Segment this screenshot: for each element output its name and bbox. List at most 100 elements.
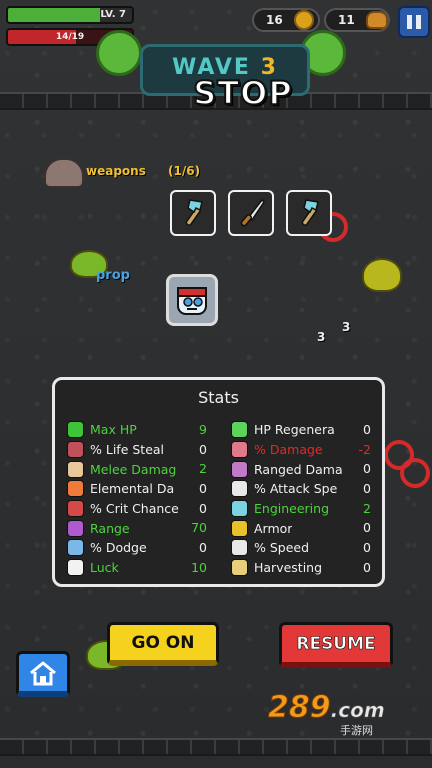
fangs-icon [67,441,84,459]
stat-row: Melee Damag 2 [67,459,207,479]
robot-head-icon [177,287,207,315]
range-icon [67,519,84,537]
stat-row: % Attack Spe 0 [231,479,371,499]
stat-name: % Dodge [90,540,147,556]
stat-value: 0 [363,540,371,556]
stat-name: Engineering [254,501,329,517]
stats-title: Stats [198,388,239,407]
coin-icon [294,10,314,30]
stat-row: % Life Steal 0 [67,440,207,460]
stat-row: HP Regenera 0 [231,420,371,440]
stat-row: % Dodge 0 [67,538,207,558]
watermark-brand: 289 [268,690,332,726]
watermark-logo: 289.com [268,690,385,726]
watermark-suffix: .com [330,698,385,723]
resume-button[interactable]: RESUME [279,622,393,668]
stat-value: 0 [199,540,207,556]
watermark-subtitle: 手游网 [340,724,373,737]
wheat-icon [231,559,248,577]
monster-blob [96,30,142,76]
coin-counter: 16 [252,8,320,32]
stat-row: Luck 10 [67,558,207,578]
stat-name: Luck [90,560,119,576]
enemy-ring [400,458,430,488]
weapon-slot[interactable] [170,190,216,236]
wrench-icon [185,199,203,226]
wrench-icon [301,199,319,226]
weapon-slot[interactable] [228,190,274,236]
flame-icon [67,480,84,498]
stat-value: 0 [199,500,207,516]
stat-value: 0 [363,461,371,477]
stat-name: HP Regenera [254,422,335,438]
slime-monster [362,258,402,292]
pause-title: STOP [192,73,293,113]
stat-value: 0 [363,520,371,536]
mole-monster [44,158,84,188]
stat-row: % Damage -2 [231,440,371,460]
stat-value: 0 [363,481,371,497]
crit-icon [67,500,84,518]
stat-row: % Crit Chance 0 [67,499,207,519]
stat-name: % Crit Chance [90,501,179,517]
go-on-button[interactable]: GO ON [107,622,219,666]
stat-value: 0 [199,441,207,457]
stat-value: 0 [199,481,207,497]
shield-icon [231,519,248,537]
stat-value: 0 [363,559,371,575]
stat-row: Max HP 9 [67,420,207,440]
stat-name: Range [90,520,130,536]
stat-value: 10 [191,559,207,575]
stat-name: % Speed [254,540,310,556]
stat-value: -2 [358,441,371,457]
prop-label: prop [96,268,130,283]
stat-name: % Life Steal [90,442,165,458]
stat-value: 2 [363,500,371,516]
brain-icon [231,441,248,459]
stat-name: % Damage [254,442,323,458]
home-button[interactable] [16,651,70,697]
weapons-count: (1/6) [168,164,201,178]
damage-number: 3 [317,330,326,344]
stat-value: 2 [199,461,207,477]
stat-row: % Speed 0 [231,538,371,558]
hourglass-icon [231,480,248,498]
stat-value: 70 [191,520,207,536]
home-icon [30,661,56,685]
heart-icon [67,421,84,439]
stat-row: Ranged Dama 0 [231,459,371,479]
stats-column-left: Max HP 9 % Life Steal 0 Melee Damag 2 Elementa… [67,420,207,578]
bag-count: 11 [338,13,355,27]
level-label: LV. 7 [100,9,126,20]
stat-name: Ranged Dama [254,461,343,477]
stat-row: Harvesting 0 [231,558,371,578]
weapons-label: weapons [86,164,146,178]
prop-slot[interactable] [166,274,218,326]
hp-bar-fill [8,8,100,22]
stats-column-right: HP Regenera 0% Damage -2 Ranged Dama 0% Atta… [231,420,371,578]
boot-icon [231,539,248,557]
stat-value: 9 [199,422,207,437]
dodge-icon [67,539,84,557]
weapon-slot[interactable] [286,190,332,236]
regen-icon [231,421,248,439]
arena-fence-bottom [0,738,432,756]
stat-name: Elemental Da [90,481,175,497]
stat-name: % Attack Spe [254,481,338,497]
stat-value: 0 [363,422,371,437]
sword-icon [67,460,84,478]
stat-name: Harvesting [254,560,323,576]
stat-name: Armor [254,520,293,536]
hp-bar: LV. 7 [6,6,134,24]
coin-count: 16 [266,13,283,27]
bow-icon [231,460,248,478]
stat-name: Max HP [90,422,137,438]
pause-button[interactable] [398,6,430,38]
tools-icon [231,500,248,518]
stat-row: Engineering 2 [231,499,371,519]
bag-icon [366,11,388,29]
damage-number: 3 [342,320,351,334]
knife-icon [240,198,265,227]
stat-row: Range 70 [67,518,207,538]
stats-panel: Stats Max HP 9 % Life Steal 0 Melee Damag 2 El… [52,377,385,587]
